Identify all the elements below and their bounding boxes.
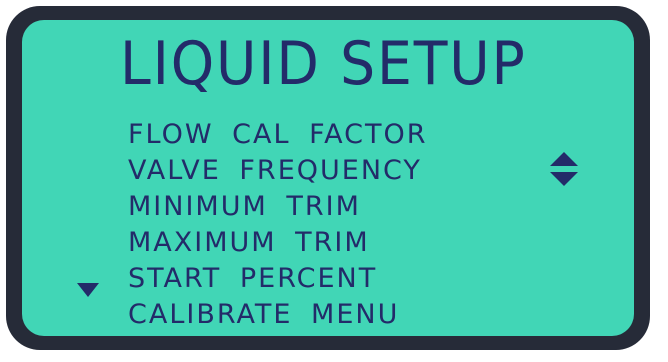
menu-item-valve-frequency[interactable]: VALVE FREQUENCY [128,153,428,189]
lcd-display-frame: LIQUID SETUP FLOW CAL FACTOR VALVE FREQU… [6,6,650,350]
menu-item-flow-cal-factor[interactable]: FLOW CAL FACTOR [128,117,428,153]
menu-item-maximum-trim[interactable]: MAXIMUM TRIM [128,225,428,261]
screen-title: LIQUID SETUP [120,29,527,99]
setup-menu: FLOW CAL FACTOR VALVE FREQUENCY MINIMUM … [128,117,428,333]
up-down-arrows-icon [550,152,578,186]
menu-item-start-percent[interactable]: START PERCENT [128,261,428,297]
menu-item-calibrate-menu[interactable]: CALIBRATE MENU [128,297,428,333]
down-triangle-icon [77,283,99,297]
lcd-screen: LIQUID SETUP FLOW CAL FACTOR VALVE FREQU… [22,20,634,336]
menu-item-minimum-trim[interactable]: MINIMUM TRIM [128,189,428,225]
